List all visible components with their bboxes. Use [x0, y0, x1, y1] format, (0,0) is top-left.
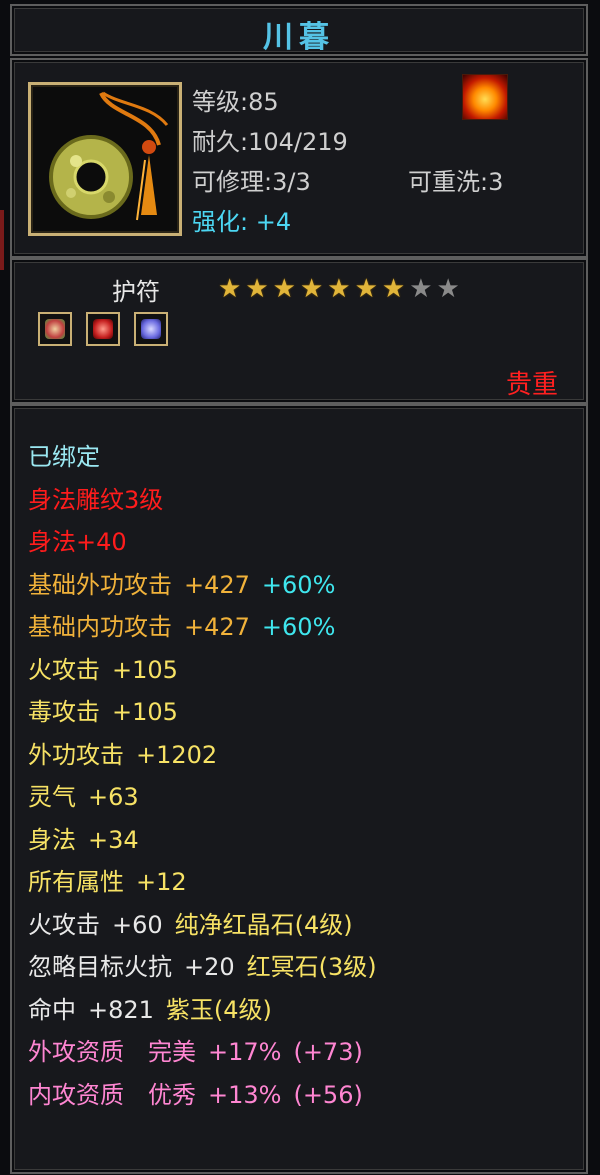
- purple-gem-icon: [141, 319, 161, 339]
- item-meta-panel: 护符 ★ ★ ★ ★ ★ ★ ★ ★ ★ 贵重: [10, 258, 588, 404]
- attribute-line: 外攻资质 完美 +17% (+73): [28, 1038, 363, 1066]
- title-bar: 川暮: [10, 4, 588, 56]
- gem-slot[interactable]: [38, 312, 72, 346]
- attribute-line: 灵气 +63: [28, 783, 139, 811]
- attribute-line: 命中 +821 紫玉(4级): [28, 995, 272, 1024]
- item-rewash-count: 可重洗:3: [408, 168, 504, 196]
- red-gem-icon: [93, 319, 113, 339]
- attribute-line: 身法雕纹3级: [28, 485, 164, 514]
- item-repair-count: 可修理:3/3: [192, 168, 311, 196]
- star-filled-icon: ★: [299, 274, 324, 304]
- gem-slot[interactable]: [86, 312, 120, 346]
- attribute-line: 已绑定: [28, 443, 100, 471]
- rarity-label: 贵重: [505, 370, 558, 400]
- star-rating: ★ ★ ★ ★ ★ ★ ★ ★ ★: [218, 276, 460, 302]
- green-red-gem-icon: [45, 319, 65, 339]
- star-filled-icon: ★: [354, 274, 378, 304]
- attributes-panel: 已绑定 身法雕纹3级 身法+40 基础外功攻击 +427 +60% 基础内功攻击 +4…: [10, 404, 588, 1174]
- attribute-line: 火攻击 +60 纯净红晶石(4级): [28, 910, 353, 939]
- item-type: 护符: [112, 278, 160, 306]
- item-durability: 耐久:104/219: [192, 128, 348, 156]
- star-filled-icon: ★: [245, 274, 269, 304]
- star-filled-icon: ★: [327, 274, 351, 304]
- gem-slot[interactable]: [134, 312, 168, 346]
- star-empty-icon: ★: [436, 274, 460, 304]
- attribute-line: 身法 +34: [28, 825, 139, 854]
- attribute-line: 忽略目标火抗 +20 红冥石(3级): [28, 953, 377, 981]
- item-info-panel: 等级:85 耐久:104/219 可修理:3/3 可重洗:3 强化: +4: [10, 58, 588, 258]
- item-level: 等级:85: [192, 88, 279, 116]
- attribute-line: 基础外功攻击 +427 +60%: [28, 570, 336, 599]
- attribute-line: 火攻击 +105: [28, 655, 178, 684]
- gem-slots: [38, 312, 168, 346]
- item-icon-frame[interactable]: [28, 82, 182, 236]
- star-empty-icon: ★: [409, 274, 433, 304]
- attribute-line: 所有属性 +12: [28, 868, 187, 896]
- star-filled-icon: ★: [272, 274, 296, 304]
- attribute-line: 身法+40: [28, 528, 127, 556]
- item-enhance-level: 强化: +4: [192, 208, 292, 236]
- attribute-list: 已绑定 身法雕纹3级 身法+40 基础外功攻击 +427 +60% 基础内功攻击 +4…: [28, 436, 377, 1116]
- side-decoration: [0, 210, 4, 270]
- fire-element-icon: [462, 74, 508, 120]
- item-name: 川暮: [263, 20, 335, 55]
- star-filled-icon: ★: [218, 274, 242, 304]
- attribute-line: 外功攻击 +1202: [28, 740, 218, 769]
- attribute-line: 内攻资质 优秀 +13% (+56): [28, 1080, 363, 1109]
- attribute-line: 基础内功攻击 +427 +60%: [28, 613, 336, 641]
- attribute-line: 毒攻击 +105: [28, 698, 178, 726]
- star-filled-icon: ★: [381, 274, 406, 304]
- jade-ring-amulet-icon: [49, 91, 169, 221]
